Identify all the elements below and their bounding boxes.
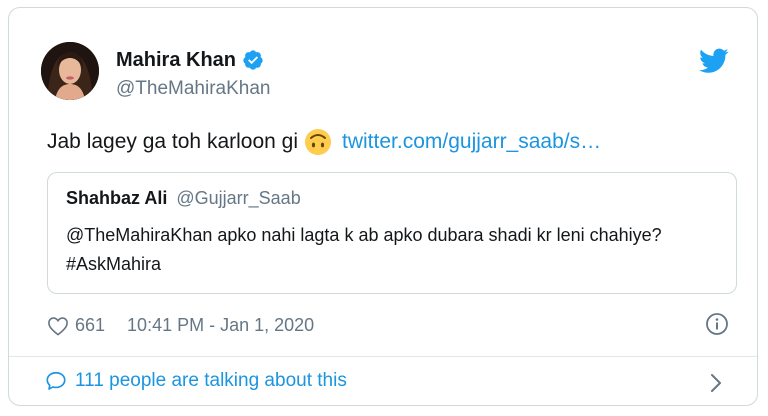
avatar[interactable] <box>41 42 99 100</box>
author-handle[interactable]: @TheMahiraKhan <box>116 78 270 100</box>
heart-icon[interactable] <box>47 316 69 336</box>
verified-badge-icon <box>243 50 263 70</box>
comment-bubble-icon <box>46 371 66 390</box>
twitter-bird-icon[interactable] <box>699 48 729 74</box>
quoted-tweet[interactable]: Shahbaz Ali @Gujjarr_Saab @TheMahiraKhan… <box>47 172 737 294</box>
upside-down-face-emoji-icon <box>305 129 332 155</box>
tweet-card: Mahira Khan @TheMahiraKhan Jab lagey ga … <box>8 7 758 406</box>
quoted-author-handle: @Gujjarr_Saab <box>176 188 301 208</box>
tweet-meta: 661 10:41 PM - Jan 1, 2020 <box>47 315 314 336</box>
conversation-link[interactable]: 111 people are talking about this <box>45 370 347 392</box>
tweet-text-row: Jab lagey ga toh karloon gi twitter.com/… <box>47 128 601 156</box>
quoted-tweet-header: Shahbaz Ali @Gujjarr_Saab <box>66 187 301 209</box>
tweet-text: Jab lagey ga toh karloon gi <box>47 130 299 153</box>
like-count[interactable]: 661 <box>75 315 105 336</box>
quoted-author-name: Shahbaz Ali <box>66 188 168 208</box>
tweet-timestamp[interactable]: 10:41 PM - Jan 1, 2020 <box>127 315 314 336</box>
conversation-label[interactable]: 111 people are talking about this <box>75 370 347 392</box>
tweet-link[interactable]: twitter.com/gujjarr_saab/s… <box>342 129 601 155</box>
author-name[interactable]: Mahira Khan <box>116 48 236 72</box>
divider <box>9 356 757 357</box>
author-name-row[interactable]: Mahira Khan <box>116 48 264 72</box>
quoted-tweet-text: @TheMahiraKhan apko nahi lagta k ab apko… <box>66 225 662 274</box>
info-icon[interactable] <box>705 312 729 336</box>
chevron-right-icon[interactable] <box>709 372 723 394</box>
